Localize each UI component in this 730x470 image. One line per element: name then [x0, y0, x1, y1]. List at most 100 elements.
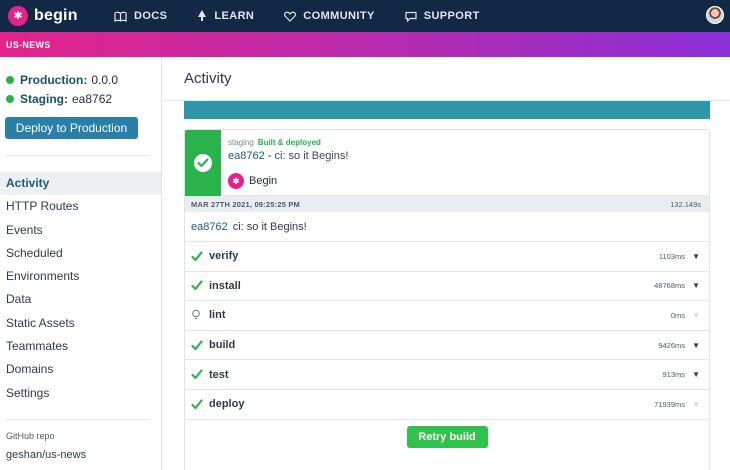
app-bar: US-NEWS — [0, 32, 730, 57]
stage-name: staging — [228, 138, 254, 147]
status-dot-icon — [6, 94, 14, 103]
repo-label: GitHub repo — [6, 431, 55, 441]
caret-down-icon[interactable]: ▼ — [692, 341, 700, 350]
build-commit: ea8762 ci: so it Begins! — [185, 212, 709, 242]
build-timestamp-bar: MAR 27TH 2021, 09:25:25 PM 132.149s — [185, 196, 709, 212]
checkmark-icon — [191, 399, 205, 410]
environment-staging: Staging: ea8762 — [6, 89, 118, 108]
deploy-status: Built & deployed — [257, 138, 321, 147]
lightbulb-icon — [191, 309, 205, 321]
build-date: MAR 27TH 2021, 09:25:25 PM — [191, 199, 300, 209]
sidebar-item-http-routes[interactable]: HTTP Routes — [0, 195, 161, 218]
nav-link-learn[interactable]: LEARN — [197, 10, 254, 22]
commit-separator: - — [264, 150, 275, 162]
divider — [6, 419, 151, 420]
checkmark-icon — [191, 251, 205, 262]
deploy-summary: staging Built & deployed ea8762 - ci: so … — [185, 130, 709, 196]
page-header: Activity — [163, 57, 730, 101]
deploy-stage: staging Built & deployed — [228, 138, 321, 147]
nav-link-label: COMMUNITY — [303, 10, 375, 22]
deploy-commit: ea8762 - ci: so it Begins! — [228, 150, 348, 162]
brand-name: begin — [34, 7, 78, 24]
status-dot-icon — [6, 75, 14, 84]
checkmark-icon — [191, 369, 205, 380]
nav-link-label: SUPPORT — [423, 10, 480, 22]
step-name: build — [209, 339, 236, 352]
deploy-to-production-button[interactable]: Deploy to Production — [5, 117, 138, 139]
step-time: 913ms — [662, 370, 685, 380]
nav-links: DOCS LEARN COMMUNITY SUPPORT — [114, 0, 510, 32]
checkmark-icon — [191, 339, 205, 351]
environment-version: 0.0.0 — [91, 72, 119, 87]
nav-link-label: DOCS — [134, 10, 168, 22]
heart-icon — [284, 11, 297, 22]
book-icon — [114, 11, 127, 22]
app-name: US-NEWS — [6, 39, 51, 50]
chat-bubble-icon — [405, 11, 417, 22]
begin-logo-icon: ✱ — [8, 6, 28, 26]
caret-down-icon[interactable]: ▼ — [692, 281, 700, 290]
sidebar-item-domains[interactable]: Domains — [0, 358, 161, 381]
sidebar-item-static-assets[interactable]: Static Assets — [0, 312, 161, 335]
build-step-lint: lint 0ms ▼ — [185, 301, 709, 331]
caret-down-icon[interactable]: ▼ — [692, 370, 700, 379]
previous-activity-strip — [184, 101, 710, 119]
commit-message: ci: so it Begins! — [232, 220, 307, 233]
build-card: staging Built & deployed ea8762 - ci: so … — [184, 129, 710, 470]
build-steps: verify 1103ms ▼ install 48768ms ▼ lint 0… — [185, 242, 709, 420]
tree-icon — [198, 10, 207, 21]
build-step-test[interactable]: test 913ms ▼ — [185, 360, 709, 390]
user-avatar[interactable] — [706, 6, 724, 24]
sidebar: Production: 0.0.0 Staging: ea8762 Deploy… — [0, 57, 162, 470]
sidebar-item-scheduled[interactable]: Scheduled — [0, 242, 161, 265]
environment-label: Staging: — [20, 91, 68, 106]
environment-version[interactable]: ea8762 — [72, 92, 112, 106]
commit-hash[interactable]: ea8762 — [228, 150, 265, 162]
step-time: 48768ms — [654, 281, 685, 291]
caret-down-icon: ▼ — [692, 310, 700, 320]
success-block — [185, 130, 221, 196]
checkmark-circle-icon — [194, 154, 212, 172]
build-step-verify[interactable]: verify 1103ms ▼ — [185, 242, 709, 272]
build-step-deploy: deploy 71939ms ▼ — [185, 390, 709, 420]
sidebar-nav: Activity HTTP Routes Events Scheduled En… — [0, 172, 161, 405]
divider — [6, 155, 151, 156]
step-name: install — [209, 279, 241, 292]
brand[interactable]: ✱ begin — [8, 6, 78, 26]
nav-link-community[interactable]: COMMUNITY — [284, 10, 374, 22]
checkmark-icon — [191, 280, 205, 291]
top-nav: ✱ begin DOCS LEARN COMMUNITY SUPPORT — [0, 0, 730, 32]
build-duration: 132.149s — [670, 199, 701, 209]
begin-logo-icon: ✱ — [228, 173, 244, 189]
step-time: 9426ms — [658, 340, 685, 350]
step-name: verify — [209, 250, 239, 263]
caret-down-icon[interactable]: ▼ — [692, 252, 700, 261]
sidebar-item-teammates[interactable]: Teammates — [0, 335, 161, 358]
retry-area: Retry build — [185, 420, 709, 454]
step-time: 71939ms — [654, 399, 685, 409]
step-name: test — [209, 368, 229, 381]
environment-list: Production: 0.0.0 Staging: ea8762 — [0, 70, 118, 108]
deploy-author: ✱ Begin — [228, 173, 277, 189]
nav-link-label: LEARN — [214, 10, 255, 22]
nav-link-support[interactable]: SUPPORT — [405, 10, 480, 22]
page-title: Activity — [184, 70, 232, 87]
step-name: lint — [209, 309, 226, 322]
sidebar-item-settings[interactable]: Settings — [0, 382, 161, 405]
commit-message: ci: so it Begins! — [274, 150, 349, 162]
step-time: 0ms — [670, 310, 685, 320]
sidebar-item-events[interactable]: Events — [0, 219, 161, 242]
author-name: Begin — [249, 175, 278, 187]
sidebar-item-environments[interactable]: Environments — [0, 265, 161, 288]
repo-link[interactable]: geshan/us-news — [6, 449, 86, 461]
step-time: 1103ms — [658, 251, 685, 261]
retry-build-button[interactable]: Retry build — [406, 425, 488, 448]
sidebar-item-activity[interactable]: Activity — [0, 172, 161, 196]
step-name: deploy — [209, 398, 245, 411]
sidebar-item-data[interactable]: Data — [0, 288, 161, 311]
build-step-install[interactable]: install 48768ms ▼ — [185, 272, 709, 302]
commit-hash[interactable]: ea8762 — [191, 221, 228, 233]
build-step-build[interactable]: build 9426ms ▼ — [185, 331, 709, 361]
environment-production: Production: 0.0.0 — [6, 70, 118, 89]
nav-link-docs[interactable]: DOCS — [114, 10, 167, 22]
